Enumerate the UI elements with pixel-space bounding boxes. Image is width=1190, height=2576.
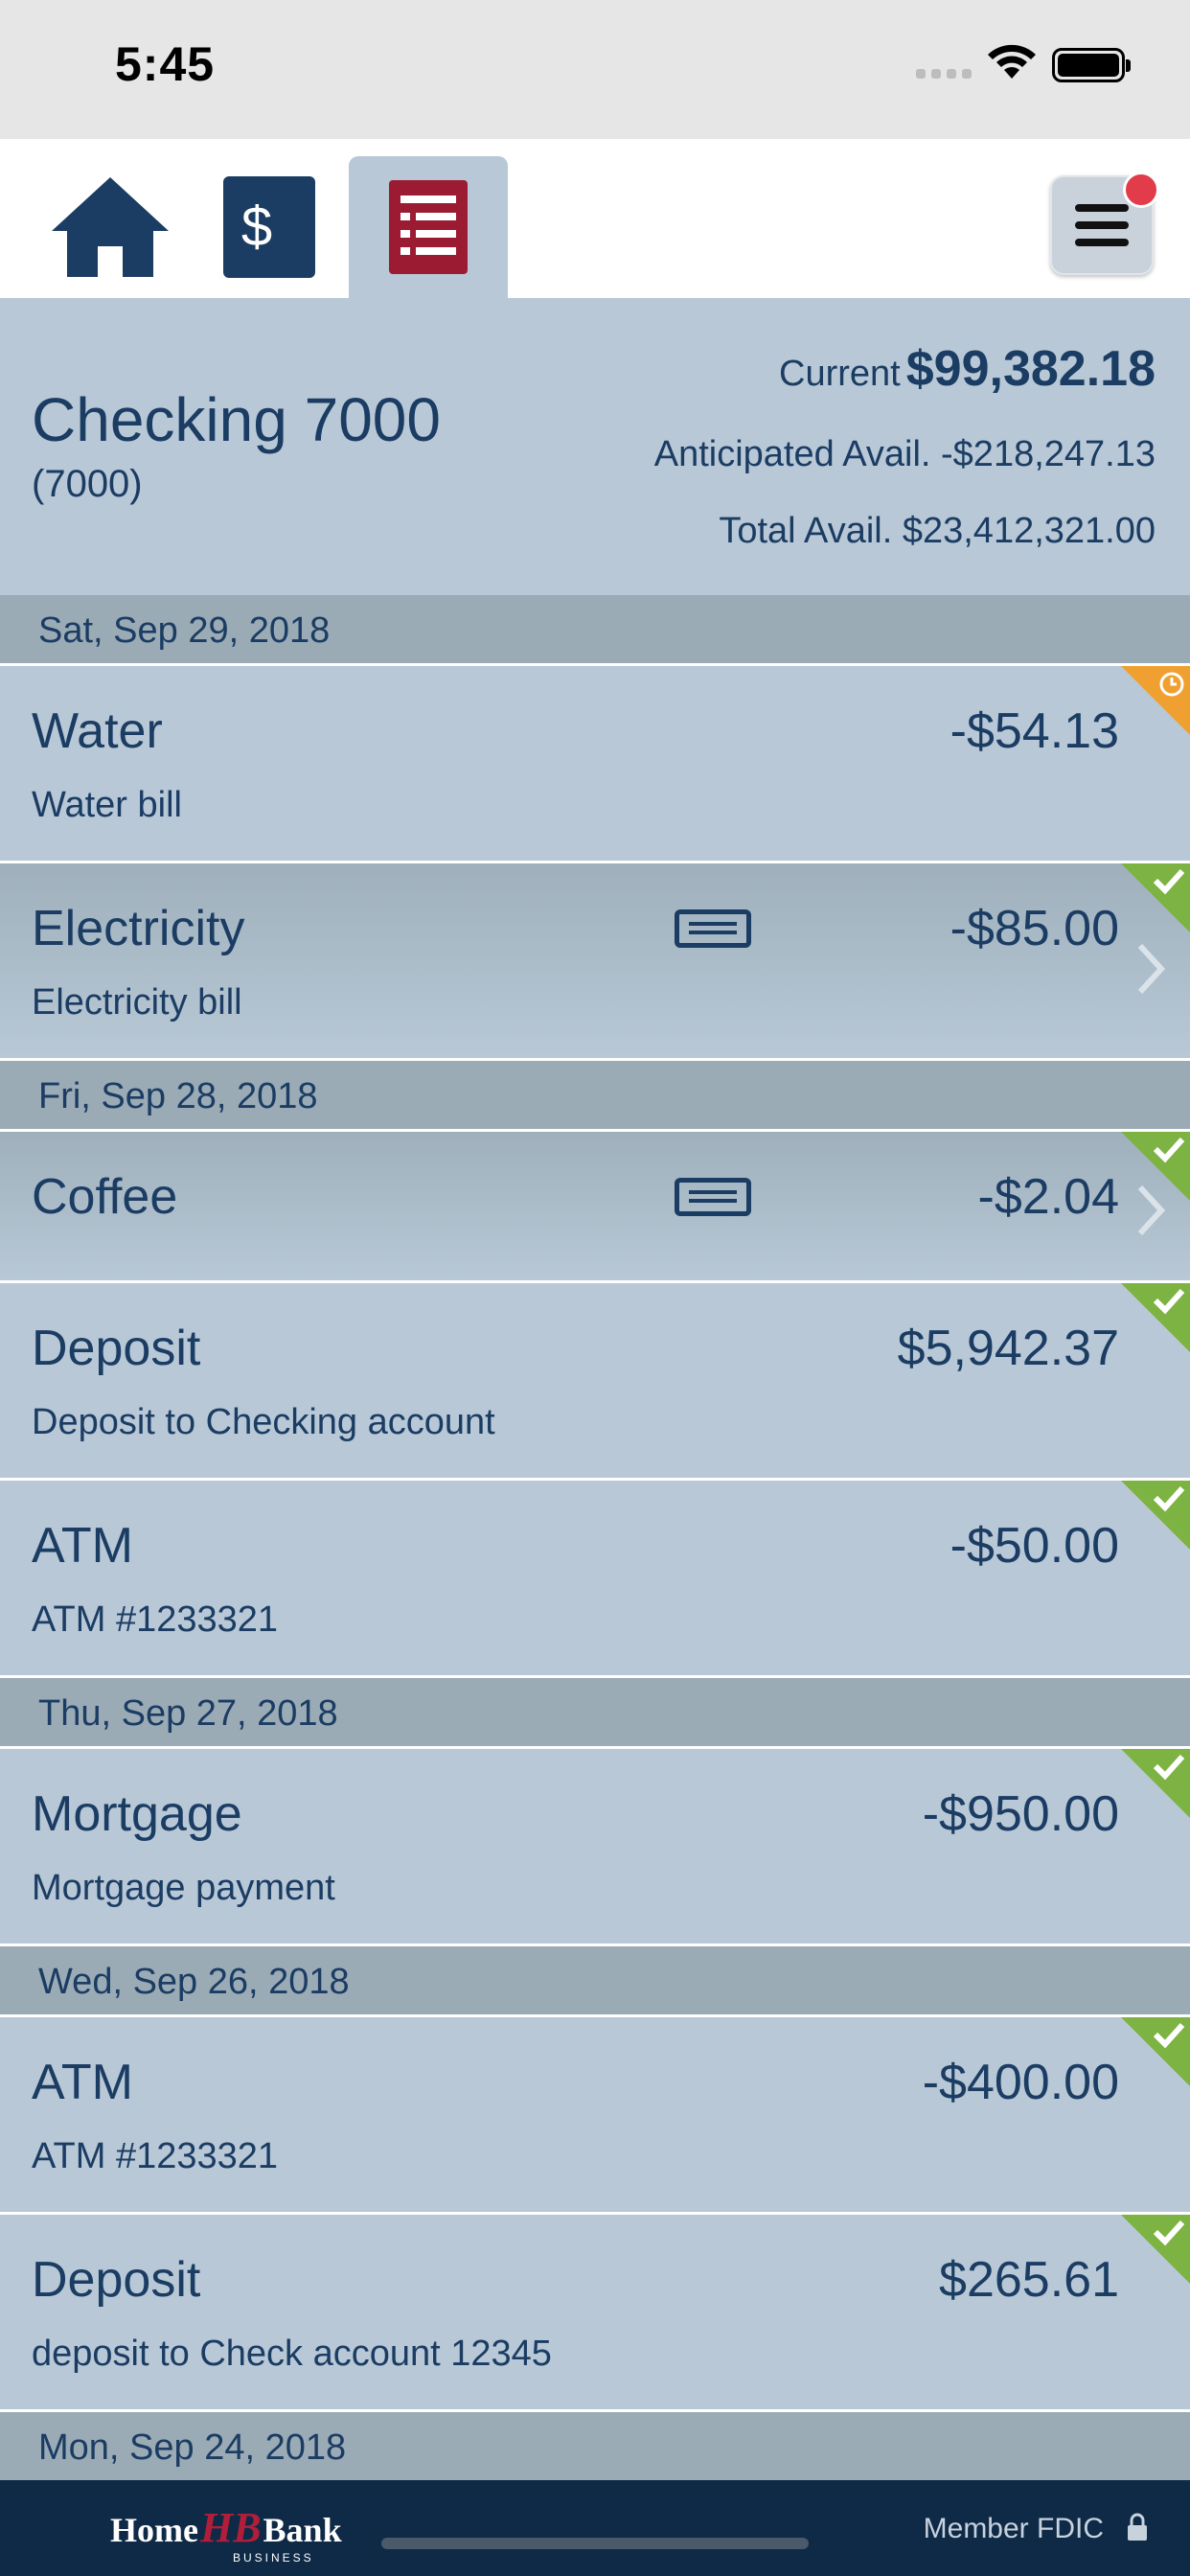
account-summary: Checking 7000 (7000) Current $99,382.18 A…: [0, 298, 1190, 595]
transaction-memo: Electricity bill: [32, 982, 242, 1023]
transaction-row[interactable]: Deposit deposit to Check account 12345 $…: [0, 2215, 1190, 2412]
cleared-check-icon: [1121, 1481, 1190, 1550]
logo-subtitle: BUSINESS: [233, 2551, 314, 2564]
svg-text:$: $: [241, 196, 272, 258]
notification-dot: [1123, 172, 1159, 208]
status-time: 5:45: [115, 37, 216, 91]
transaction-name: Mortgage: [32, 1786, 242, 1842]
top-nav: $: [0, 139, 1190, 298]
footer-bar: HomeHBBank BUSINESS Member FDIC: [0, 2480, 1190, 2576]
transaction-amount: -$950.00: [922, 1786, 1119, 1842]
transaction-memo: ATM #1233321: [32, 1599, 279, 1640]
lock-icon: [1128, 2513, 1147, 2541]
date-header: Mon, Sep 24, 2018: [0, 2412, 1190, 2483]
current-balance-value: $99,382.18: [905, 341, 1156, 397]
cleared-check-icon: [1121, 2215, 1190, 2284]
date-header: Sat, Sep 29, 2018: [0, 595, 1190, 666]
home-bank-logo: HomeHBBank BUSINESS: [110, 2503, 342, 2564]
transaction-name: Coffee: [32, 1169, 178, 1225]
cleared-check-icon: [1121, 863, 1190, 932]
logo-home-text: Home: [110, 2511, 198, 2549]
chevron-right-icon: [1137, 943, 1166, 995]
dollar-bills-icon: $: [223, 176, 315, 278]
transaction-name: ATM: [32, 2055, 133, 2110]
logo-mark: HB: [199, 2504, 262, 2551]
hamburger-menu-icon: [1075, 204, 1129, 246]
cellular-signal-icon: [916, 69, 972, 79]
date-header: Wed, Sep 26, 2018: [0, 1946, 1190, 2017]
transaction-name: Water: [32, 703, 163, 759]
transaction-row[interactable]: Mortgage Mortgage payment -$950.00: [0, 1749, 1190, 1946]
transaction-amount: -$50.00: [950, 1518, 1119, 1574]
account-name: Checking 7000: [32, 385, 441, 454]
transaction-name: Deposit: [32, 1321, 201, 1376]
nav-home-button[interactable]: [31, 156, 190, 298]
anticipated-balance: Anticipated Avail. -$218,247.13: [653, 434, 1156, 474]
total-available-balance: Total Avail. $23,412,321.00: [719, 511, 1156, 551]
transaction-row[interactable]: ATM ATM #1233321 -$50.00: [0, 1481, 1190, 1678]
transaction-memo: Mortgage payment: [32, 1868, 335, 1908]
logo-bank-text: Bank: [263, 2511, 342, 2549]
transaction-row[interactable]: ATM ATM #1233321 -$400.00: [0, 2017, 1190, 2215]
wifi-icon: [988, 44, 1036, 79]
member-fdic-text: Member FDIC: [923, 2513, 1104, 2544]
status-bar: 5:45: [0, 0, 1190, 139]
current-balance: Current $99,382.18: [779, 340, 1156, 398]
cleared-check-icon: [1121, 1283, 1190, 1352]
date-header: Fri, Sep 28, 2018: [0, 1061, 1190, 1132]
transaction-memo: Deposit to Checking account: [32, 1402, 495, 1442]
pending-clock-icon: [1121, 666, 1190, 735]
home-indicator[interactable]: [381, 2538, 809, 2549]
transaction-memo: ATM #1233321: [32, 2136, 279, 2176]
transaction-row[interactable]: Coffee -$2.04: [0, 1132, 1190, 1283]
transaction-amount: -$2.04: [977, 1169, 1119, 1225]
transaction-row[interactable]: Electricity Electricity bill -$85.00: [0, 863, 1190, 1061]
house-icon: [52, 177, 169, 277]
nav-accounts-button[interactable]: $: [192, 156, 351, 298]
transaction-row[interactable]: Deposit Deposit to Checking account $5,9…: [0, 1283, 1190, 1481]
transaction-amount: -$400.00: [922, 2055, 1119, 2110]
check-image-icon: [675, 1178, 751, 1216]
menu-button[interactable]: [1050, 172, 1159, 275]
transaction-memo: Water bill: [32, 785, 182, 825]
transaction-row[interactable]: Water Water bill -$54.13: [0, 666, 1190, 863]
transaction-amount: -$85.00: [950, 901, 1119, 956]
current-balance-label: Current: [779, 354, 901, 394]
transaction-amount: $5,942.37: [897, 1321, 1119, 1376]
transaction-amount: -$54.13: [950, 703, 1119, 759]
account-number: (7000): [32, 463, 143, 505]
transaction-name: ATM: [32, 1518, 133, 1574]
cleared-check-icon: [1121, 1132, 1190, 1201]
nav-register-button[interactable]: [349, 156, 508, 298]
date-header: Thu, Sep 27, 2018: [0, 1678, 1190, 1749]
cleared-check-icon: [1121, 2017, 1190, 2086]
register-ledger-icon: [389, 180, 468, 274]
transaction-name: Deposit: [32, 2252, 201, 2308]
transaction-amount: $265.61: [939, 2252, 1119, 2308]
cleared-check-icon: [1121, 1749, 1190, 1818]
transaction-memo: deposit to Check account 12345: [32, 2334, 552, 2374]
transaction-name: Electricity: [32, 901, 245, 956]
battery-icon: [1052, 48, 1131, 82]
check-image-icon: [675, 909, 751, 948]
transaction-list: Sat, Sep 29, 2018 Water Water bill -$54.…: [0, 595, 1190, 2483]
